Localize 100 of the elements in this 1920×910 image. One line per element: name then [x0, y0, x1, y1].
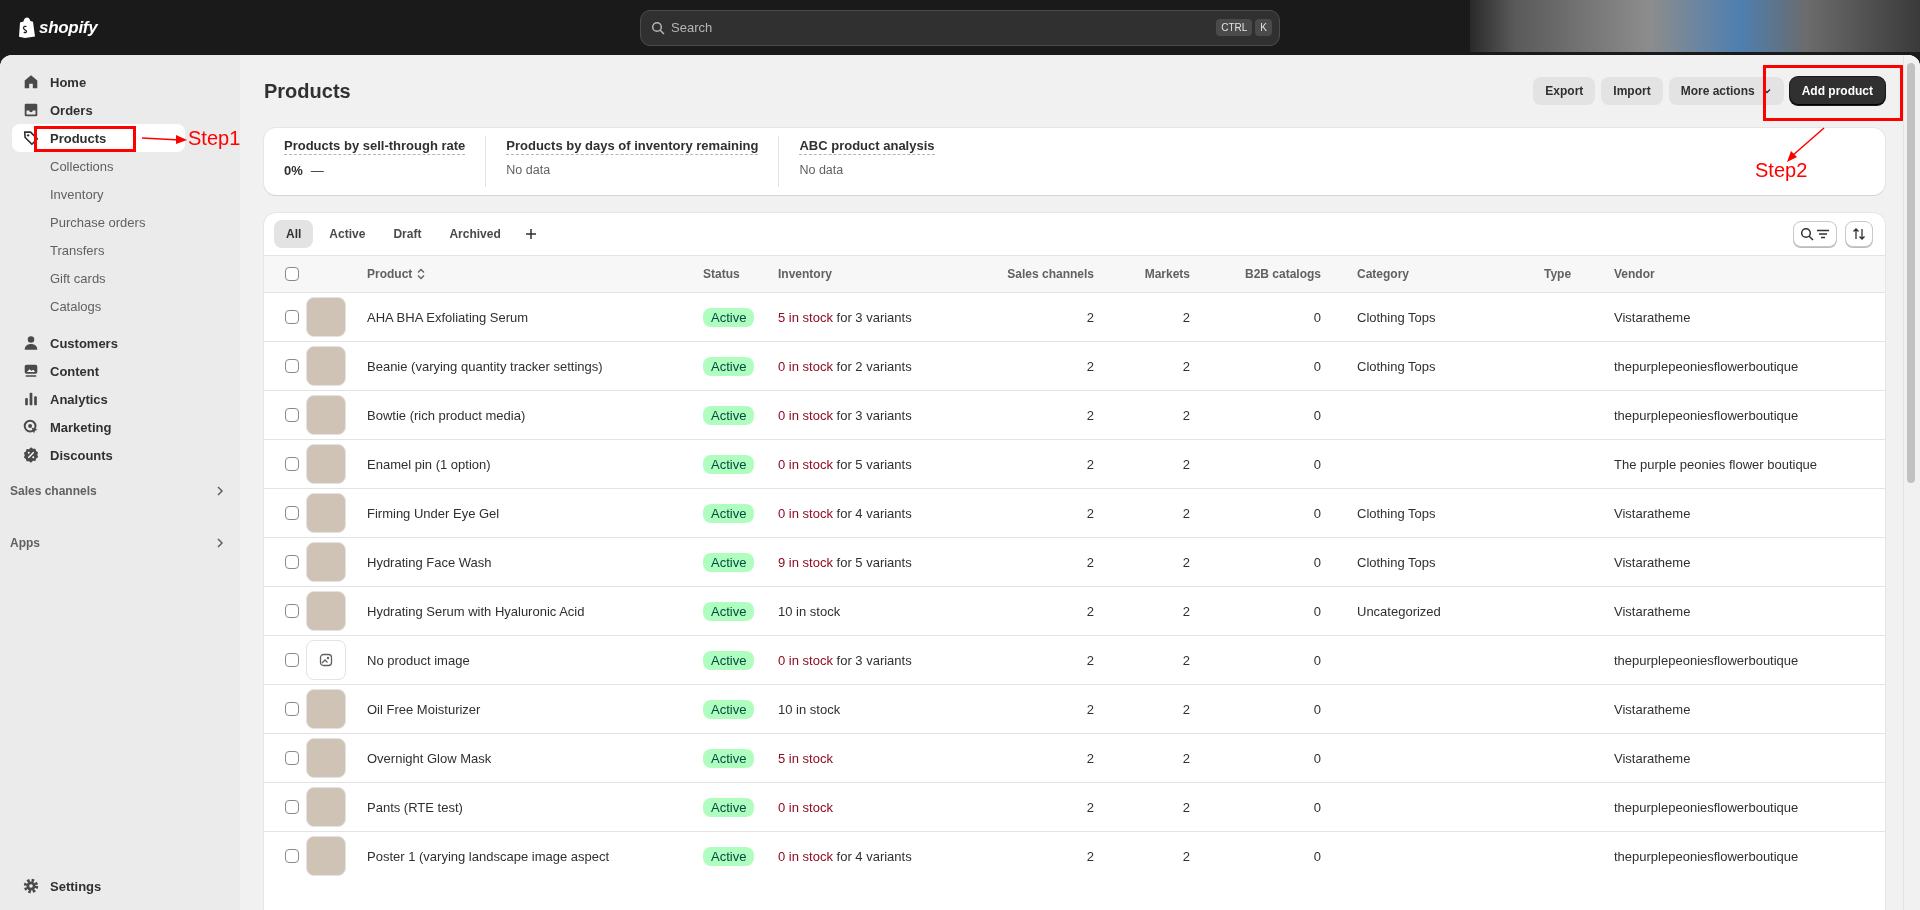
nav-subitem[interactable]: Catalogs: [12, 292, 232, 320]
inventory-text: 0 in stock for 4 variants: [777, 848, 913, 864]
bar-chart-icon: [22, 390, 40, 408]
nav-subitem[interactable]: Collections: [12, 152, 232, 180]
product-name[interactable]: Hydrating Serum with Hyaluronic Acid: [355, 603, 691, 619]
catalog-count: 0: [1312, 456, 1322, 472]
product-name[interactable]: AHA BHA Exfoliating Serum: [355, 309, 691, 325]
checkbox[interactable]: [285, 359, 299, 373]
market-count: 2: [1181, 750, 1191, 766]
product-name[interactable]: Overnight Glow Mask: [355, 750, 691, 766]
status-badge: Active: [703, 307, 755, 327]
market-count: 2: [1181, 456, 1191, 472]
photo-placeholder: [306, 297, 346, 337]
nav-subitem[interactable]: Gift cards: [12, 264, 232, 292]
market-count: 2: [1181, 848, 1191, 864]
column-header[interactable]: Sales channels: [1007, 267, 1094, 281]
filter-tab[interactable]: Archived: [437, 220, 513, 248]
checkbox[interactable]: [285, 310, 299, 324]
metric-title[interactable]: ABC product analysis: [799, 138, 935, 155]
checkbox[interactable]: [285, 555, 299, 569]
checkbox[interactable]: [285, 408, 299, 422]
add-button[interactable]: Add product: [1789, 77, 1885, 105]
product-name[interactable]: No product image: [355, 652, 691, 668]
column-header[interactable]: Status: [703, 267, 740, 281]
column-header[interactable]: Vendor: [1614, 267, 1655, 281]
product-name[interactable]: Oil Free Moisturizer: [355, 701, 691, 717]
checkbox[interactable]: [285, 702, 299, 716]
filter-tab[interactable]: All: [274, 220, 314, 248]
inventory-text: 5 in stock for 3 variants: [777, 309, 913, 325]
filter-tab[interactable]: Draft: [381, 220, 434, 248]
nav-section[interactable]: Sales channels: [0, 477, 226, 505]
metric-title[interactable]: Products by sell-through rate: [284, 138, 466, 155]
checkbox[interactable]: [285, 267, 299, 281]
catalog-count: 0: [1312, 750, 1322, 766]
nav-item[interactable]: Orders: [12, 96, 185, 124]
channel-count: 2: [1085, 554, 1095, 570]
nav-section[interactable]: Apps: [0, 529, 226, 557]
search-filter-button[interactable]: [1793, 221, 1837, 247]
market-count: 2: [1181, 358, 1191, 374]
chevron-right-icon: [214, 485, 226, 497]
channel-count: 2: [1085, 358, 1095, 374]
column-header[interactable]: Product: [367, 267, 427, 281]
nav-item[interactable]: Settings: [12, 872, 185, 900]
image-icon: [319, 653, 333, 667]
sort-icon: [1852, 227, 1866, 241]
channel-count: 2: [1085, 456, 1095, 472]
status-badge: Active: [703, 356, 755, 376]
logo-text: shopify: [39, 17, 98, 38]
product-name[interactable]: Bowtie (rich product media): [355, 407, 691, 423]
column-header[interactable]: Markets: [1144, 267, 1190, 281]
nav-item[interactable]: Analytics: [12, 385, 185, 413]
action-button[interactable]: Import: [1601, 77, 1663, 105]
scrollbar[interactable]: [1903, 55, 1920, 910]
monitor-icon: [22, 362, 40, 380]
column-header[interactable]: Type: [1544, 267, 1572, 281]
column-header[interactable]: Inventory: [778, 267, 832, 281]
column-header[interactable]: Category: [1357, 267, 1409, 281]
filter-tab[interactable]: Active: [317, 220, 378, 248]
checkbox[interactable]: [285, 457, 299, 471]
sort-icon[interactable]: [416, 268, 427, 280]
product-name[interactable]: Beanie (varying quantity tracker settings): [355, 358, 691, 374]
menu-button[interactable]: More actions: [1668, 77, 1784, 105]
action-button[interactable]: Export: [1533, 77, 1596, 105]
vendor-text: Vistaratheme: [1613, 603, 1692, 619]
checkbox[interactable]: [285, 849, 299, 863]
category-text: Uncategorized: [1356, 603, 1442, 619]
product-name[interactable]: Hydrating Face Wash: [355, 554, 691, 570]
nav-item[interactable]: Discounts: [12, 441, 185, 469]
vendor-text: thepurplepeoniesflowerboutique: [1613, 799, 1800, 815]
vendor-text: Vistaratheme: [1613, 750, 1692, 766]
checkbox[interactable]: [285, 604, 299, 618]
nav-subitem[interactable]: Transfers: [12, 236, 232, 264]
checkbox[interactable]: [285, 653, 299, 667]
checkbox[interactable]: [285, 800, 299, 814]
channel-count: 2: [1085, 603, 1095, 619]
nav-item[interactable]: Home: [12, 68, 185, 96]
nav-item[interactable]: Customers: [12, 329, 185, 357]
status-badge: Active: [703, 454, 755, 474]
vendor-text: thepurplepeoniesflowerboutique: [1613, 358, 1800, 374]
product-name[interactable]: Firming Under Eye Gel: [355, 505, 691, 521]
nav-item[interactable]: Marketing: [12, 413, 185, 441]
nav-item[interactable]: Content: [12, 357, 185, 385]
column-header[interactable]: B2B catalogs: [1244, 267, 1321, 281]
inventory-text: 0 in stock for 4 variants: [777, 505, 913, 521]
sort-button[interactable]: [1845, 221, 1873, 247]
catalog-count: 0: [1312, 407, 1322, 423]
product-name[interactable]: Poster 1 (varying landscape image aspect: [355, 848, 691, 864]
inventory-text: 10 in stock: [777, 603, 842, 619]
nav-subitem[interactable]: Inventory: [12, 180, 232, 208]
catalog-count: 0: [1312, 848, 1322, 864]
photo-placeholder: [306, 738, 346, 778]
status-badge: Active: [703, 503, 755, 523]
product-name[interactable]: Enamel pin (1 option): [355, 456, 691, 472]
checkbox[interactable]: [285, 751, 299, 765]
nav-subitem[interactable]: Purchase orders: [12, 208, 232, 236]
metric-title[interactable]: Products by days of inventory remaining: [506, 138, 759, 155]
product-name[interactable]: Pants (RTE test): [355, 799, 691, 815]
checkbox[interactable]: [285, 506, 299, 520]
annotation-arrow: [141, 135, 187, 144]
inventory-text: 0 in stock: [777, 799, 834, 815]
